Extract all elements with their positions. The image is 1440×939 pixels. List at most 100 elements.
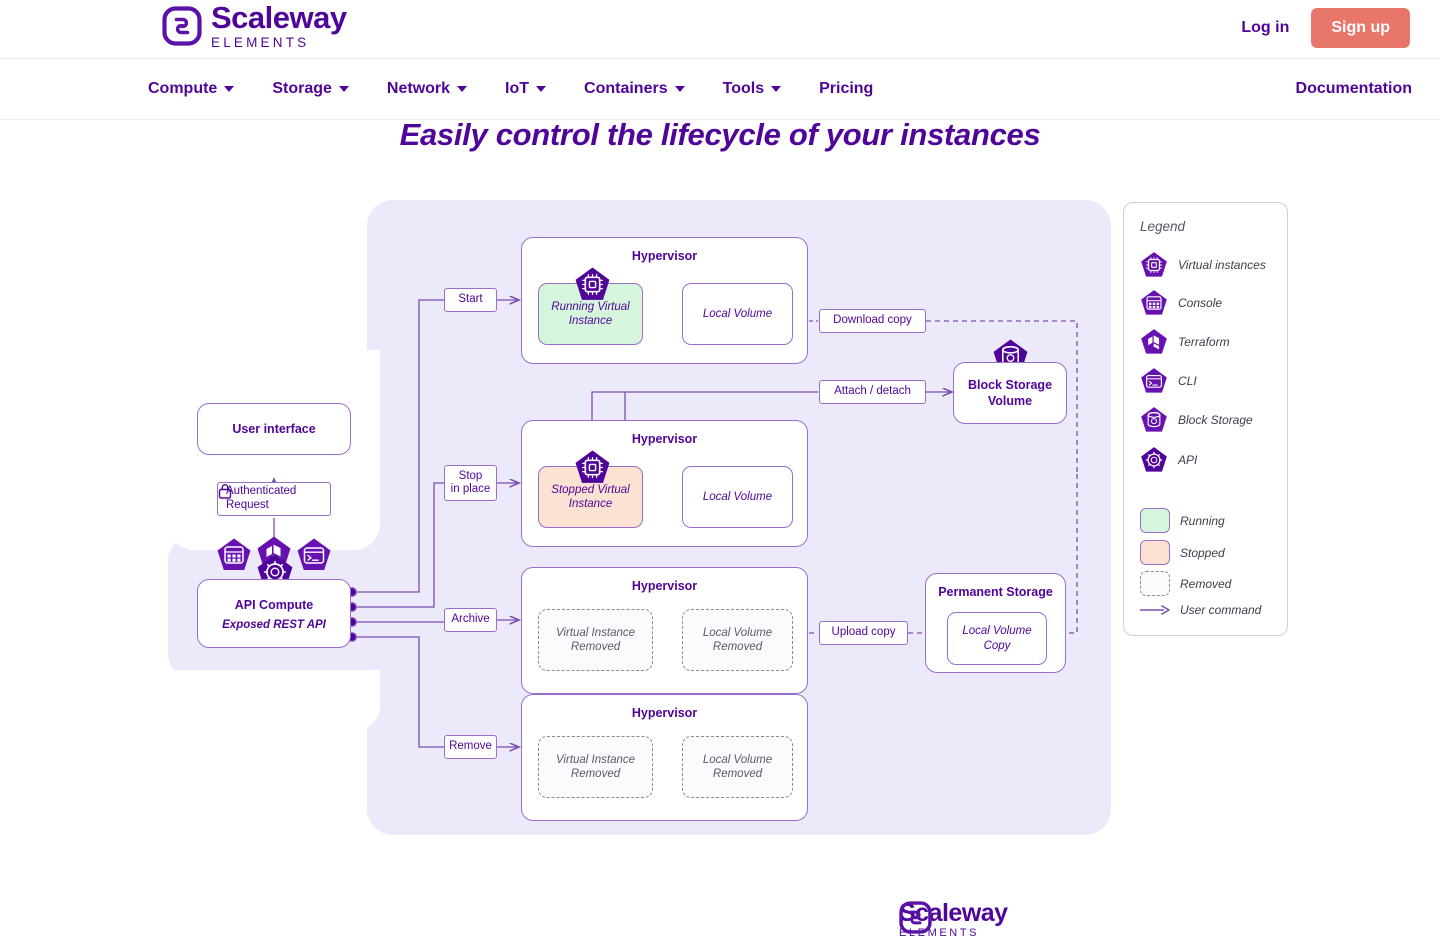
block-storage-line1: Block Storage: [967, 378, 1053, 392]
chevron-down-icon: [536, 86, 547, 92]
nav-item-label: Compute: [148, 80, 218, 97]
block-storage-line2: Volume: [987, 393, 1033, 408]
legend-label: Running: [1180, 513, 1225, 528]
legend-item-api: API: [1140, 446, 1197, 474]
running-swatch: [1140, 508, 1170, 533]
api-compute-title: API Compute: [234, 598, 314, 612]
local-volume-removed-box-2: Local Volume Removed: [682, 736, 793, 798]
signup-button[interactable]: Sign up: [1311, 8, 1410, 48]
hypervisor-title: Hypervisor: [631, 432, 698, 446]
lv-removed-line2: Removed: [712, 641, 763, 653]
nav-item-label: Pricing: [819, 80, 874, 97]
page-title: Easily control the lifecycle of your ins…: [399, 117, 1041, 152]
running-vi-line2: Instance: [568, 315, 613, 327]
user-interface-node: User interface: [197, 403, 351, 455]
permanent-storage-node: Permanent Storage Local Volume Copy: [925, 573, 1066, 673]
legend-label: Removed: [1180, 576, 1232, 591]
nav-item-pricing[interactable]: Pricing: [819, 80, 873, 98]
login-link[interactable]: Log in: [1233, 13, 1297, 43]
legend-item-block-storage: Block Storage: [1140, 406, 1253, 434]
download-copy-label: Download copy: [819, 309, 926, 333]
local-volume-copy-box: Local Volume Copy: [947, 612, 1047, 665]
lv-removed-line1: Local Volume: [702, 753, 773, 766]
vi-removed-line2: Removed: [570, 641, 621, 653]
vi-removed-line2: Removed: [570, 768, 621, 780]
hypervisor-title: Hypervisor: [631, 249, 698, 263]
legend-label: Virtual instances: [1178, 258, 1266, 272]
hypervisor-2: Hypervisor Stopped Virtual Instance Loca…: [521, 420, 808, 547]
command-remove-label: Remove: [444, 735, 497, 759]
hypervisor-4: Hypervisor Virtual Instance Removed Loca…: [521, 694, 808, 821]
scaleway-logo-mark: [899, 901, 932, 934]
legend-item-stopped: Stopped: [1140, 540, 1225, 565]
console-icon: [1141, 290, 1167, 315]
console-icon: [217, 538, 251, 570]
authenticated-request-label: Authenticated Request: [217, 482, 331, 516]
legend-panel: Legend Virtual instances Console Terrafo…: [1123, 202, 1288, 636]
permanent-storage-title: Permanent Storage: [938, 585, 1053, 599]
nav-item-label: Containers: [584, 80, 668, 97]
nav-item-tools[interactable]: Tools: [723, 80, 800, 98]
chevron-down-icon: [674, 86, 685, 92]
api-icon: [1141, 447, 1167, 472]
local-volume-removed-box-1: Local Volume Removed: [682, 609, 793, 671]
auth-request-line1: Authenticated: [226, 485, 297, 498]
user-interface-title: User interface: [232, 422, 316, 436]
hypervisor-title: Hypervisor: [631, 706, 698, 720]
auth-actions: Log in Sign up: [1233, 8, 1410, 48]
command-start-label: Start: [444, 288, 497, 312]
scaleway-logo[interactable]: Scaleway ELEMENTS: [162, 2, 347, 50]
nav-item-documentation[interactable]: Documentation: [1296, 80, 1412, 98]
stopped-swatch: [1140, 540, 1170, 565]
nav-item-network[interactable]: Network: [387, 80, 486, 98]
nav-item-containers[interactable]: Containers: [584, 80, 704, 98]
upload-copy-label: Upload copy: [819, 621, 908, 645]
legend-item-terraform: Terraform: [1140, 328, 1230, 356]
lock-icon: [218, 484, 232, 499]
block-storage-node: Block Storage Volume: [953, 362, 1067, 424]
api-compute-subtitle: Exposed REST API: [222, 619, 326, 631]
diagram-scaleway-logo: Scaleway ELEMENTS: [899, 901, 1008, 939]
command-archive-label: Archive: [444, 608, 497, 632]
arrow-right-icon: [1140, 605, 1170, 615]
legend-label: API: [1178, 453, 1198, 467]
legend-item-running: Running: [1140, 508, 1225, 533]
terraform-icon: [1141, 329, 1167, 354]
legend-label: User command: [1180, 603, 1262, 617]
cli-icon: [297, 538, 331, 570]
lv-copy-line2: Copy: [983, 639, 1011, 652]
nav-item-storage[interactable]: Storage: [272, 80, 368, 98]
auth-request-line2: Request: [226, 499, 269, 511]
chevron-down-icon: [771, 86, 782, 92]
block-storage-title: Block Storage Volume: [954, 378, 1066, 409]
nav-item-iot[interactable]: IoT: [505, 80, 565, 98]
legend-label: CLI: [1178, 374, 1197, 388]
cli-icon: [1141, 368, 1167, 393]
legend-item-console: Console: [1140, 289, 1222, 317]
lv-removed-line1: Local Volume: [702, 626, 773, 639]
virtual-instance-removed-box-2: Virtual Instance Removed: [538, 736, 653, 798]
legend-label: Terraform: [1178, 335, 1230, 349]
legend-label: Console: [1178, 296, 1223, 310]
nav-right: Documentation: [1296, 59, 1412, 119]
command-stop-label: Stop in place: [444, 465, 497, 501]
nav-item-label: Tools: [722, 80, 765, 97]
legend-title: Legend: [1140, 219, 1186, 234]
nav-item-label: IoT: [505, 80, 530, 97]
hypervisor-3: Hypervisor Virtual Instance Removed Loca…: [521, 567, 808, 694]
legend-item-virtual-instances: Virtual instances: [1140, 251, 1266, 279]
virtual-instance-icon: [575, 267, 610, 300]
vi-removed-line1: Virtual Instance: [555, 626, 636, 639]
virtual-instance-icon: [1141, 252, 1167, 277]
legend-label: Stopped: [1180, 545, 1225, 560]
nav-item-label: Storage: [272, 80, 332, 97]
lv-copy-line1: Local Volume: [962, 625, 1032, 638]
attach-detach-label: Attach / detach: [819, 380, 926, 404]
virtual-instance-icon: [575, 450, 610, 483]
legend-item-user-command: User command: [1140, 603, 1261, 617]
local-volume-box-1: Local Volume: [682, 283, 793, 345]
nav-item-compute[interactable]: Compute: [148, 80, 253, 98]
api-compute-node: API Compute Exposed REST API: [197, 579, 351, 648]
chevron-down-icon: [338, 86, 349, 92]
nav-item-label: Network: [386, 80, 451, 97]
